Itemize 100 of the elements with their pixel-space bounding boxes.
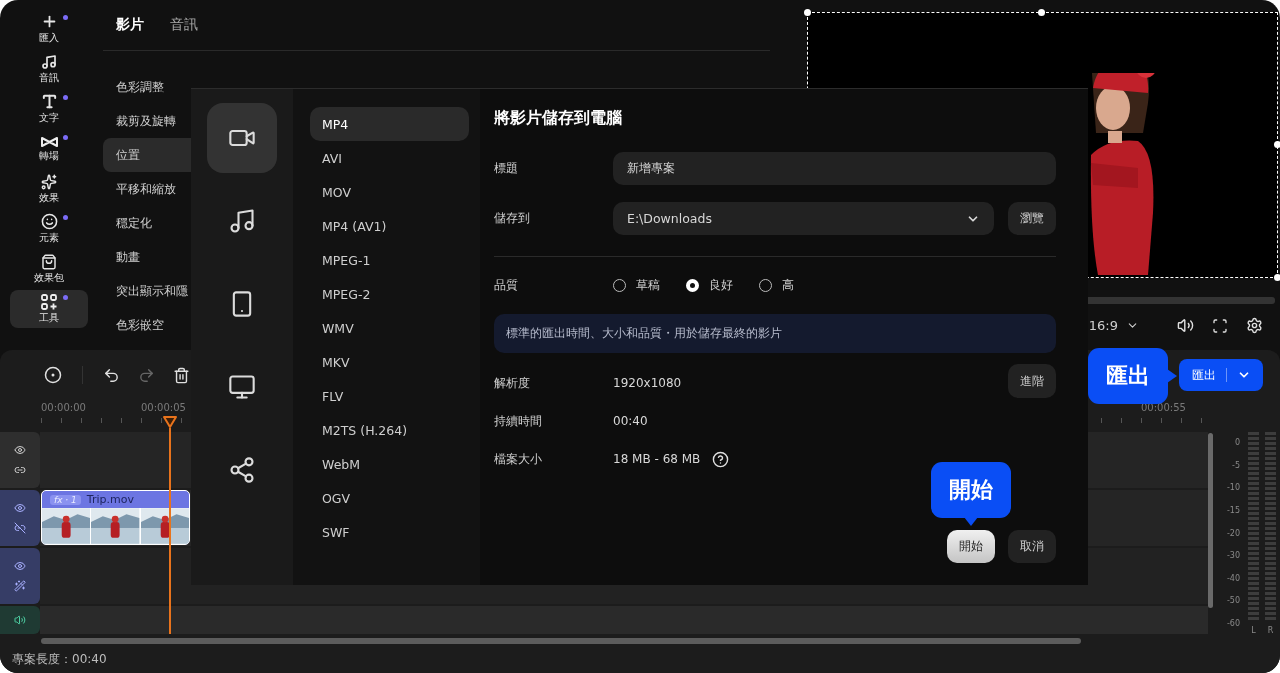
property-item[interactable]: 突出顯示和隱 <box>103 274 263 308</box>
sidebar-item[interactable]: 效果 <box>10 170 88 208</box>
info-value: 1920x1080 <box>613 376 682 390</box>
cancel-button[interactable]: 取消 <box>1008 530 1056 563</box>
sparkle-icon <box>41 173 57 190</box>
text-icon <box>40 93 58 110</box>
field-label: 標題 <box>494 160 519 177</box>
format-item[interactable]: WebM <box>310 447 469 481</box>
aspect-ratio-select[interactable]: 16:9 <box>1088 318 1139 333</box>
info-value: 18 MB - 68 MB <box>613 452 701 466</box>
callout: 匯出 <box>1088 348 1168 404</box>
fullscreen-icon[interactable] <box>1212 317 1228 334</box>
meter-scale-label: -30 <box>1226 551 1240 561</box>
field-label: 品質 <box>494 277 519 294</box>
info-value: 00:40 <box>613 414 648 428</box>
sidebar-item[interactable]: 元素 <box>10 210 88 248</box>
sidebar-item[interactable]: 文字 <box>10 90 88 128</box>
effect-icon[interactable] <box>14 580 26 592</box>
meter-scale-label: -60 <box>1226 619 1240 628</box>
property-item[interactable]: 色彩嵌空 <box>103 308 263 342</box>
format-item[interactable]: MP4 <box>310 107 469 141</box>
clip-name: Trip.mov <box>86 493 134 506</box>
format-item[interactable]: SWF <box>310 515 469 549</box>
info-label: 檔案大小 <box>494 450 543 468</box>
eye-icon[interactable] <box>14 502 26 514</box>
time-label: 00:00:55 <box>1141 402 1186 413</box>
property-item[interactable]: 穩定化 <box>103 206 263 240</box>
tab[interactable]: 音訊 <box>170 16 198 34</box>
record-icon[interactable] <box>44 366 62 384</box>
resize-handle[interactable] <box>1274 141 1280 148</box>
tab[interactable]: 影片 <box>116 16 144 34</box>
channel-label: R <box>1267 626 1274 635</box>
transition-icon <box>40 135 58 148</box>
link-icon[interactable] <box>14 464 26 476</box>
meter-scale-label: -10 <box>1226 483 1240 493</box>
eye-icon[interactable] <box>14 444 26 456</box>
format-item[interactable]: AVI <box>310 141 469 175</box>
browse-button[interactable]: 瀏覽 <box>1008 202 1056 235</box>
format-item[interactable]: OGV <box>310 481 469 515</box>
sidebar-item[interactable]: 轉場 <box>10 130 88 168</box>
effect-count: fx · 1 <box>50 494 81 505</box>
time-label: 00:00:05 <box>141 402 186 413</box>
property-item[interactable]: 裁剪及旋轉 <box>103 104 263 138</box>
share-icon <box>228 456 256 484</box>
meter-scale-label: -15 <box>1226 505 1240 515</box>
format-item[interactable]: MKV <box>310 345 469 379</box>
callout: 開始 <box>931 462 1011 518</box>
format-item[interactable]: M2TS (H.264) <box>310 413 469 447</box>
title-field[interactable]: 新增專案 <box>613 152 1056 185</box>
meter-scale-label: -40 <box>1226 573 1240 583</box>
resize-handle[interactable] <box>1038 9 1045 16</box>
start-button[interactable]: 開始 <box>947 530 995 563</box>
info-label: 解析度 <box>494 374 531 392</box>
trash-icon[interactable] <box>173 366 190 384</box>
format-item[interactable]: FLV <box>310 379 469 413</box>
meter-scale-label: -5 <box>1232 460 1240 470</box>
info-label: 持續時間 <box>494 412 543 430</box>
tools-icon <box>41 293 57 310</box>
time-label: 00:00:00 <box>41 402 86 413</box>
eye-icon[interactable] <box>14 560 26 572</box>
music-note-icon <box>228 207 256 235</box>
sidebar-item[interactable]: 匯入 <box>10 10 88 48</box>
music-note-icon <box>41 53 57 70</box>
quality-option[interactable]: 草稿 <box>613 277 660 294</box>
format-item[interactable]: MOV <box>310 175 469 209</box>
smiley-icon <box>40 213 58 230</box>
advanced-button[interactable]: 進階 <box>1008 364 1056 398</box>
format-item[interactable]: MPEG-1 <box>310 243 469 277</box>
meter-scale-label: -20 <box>1226 528 1240 538</box>
property-item[interactable]: 平移和縮放 <box>103 172 263 206</box>
playhead-handle[interactable] <box>163 416 177 428</box>
resize-handle[interactable] <box>804 9 811 16</box>
project-length: 專案長度：00:40 <box>12 651 107 668</box>
quality-option[interactable]: 良好 <box>686 277 733 294</box>
volume-icon[interactable] <box>1177 317 1194 334</box>
quality-option[interactable]: 高 <box>759 277 794 294</box>
sidebar-item[interactable]: 效果包 <box>10 250 88 288</box>
sidebar-item[interactable]: 音訊 <box>10 50 88 88</box>
format-item[interactable]: WMV <box>310 311 469 345</box>
undo-icon[interactable] <box>103 366 120 384</box>
unlink-icon[interactable] <box>14 522 26 534</box>
help-icon[interactable] <box>712 450 730 468</box>
settings-icon[interactable] <box>1246 317 1263 334</box>
category-button[interactable] <box>207 103 277 173</box>
format-item[interactable]: MPEG-2 <box>310 277 469 311</box>
sidebar-item[interactable]: 工具 <box>10 290 88 328</box>
speaker-icon[interactable] <box>14 614 26 626</box>
property-item[interactable]: 色彩調整 <box>103 70 263 104</box>
property-item[interactable]: 動畫 <box>103 240 263 274</box>
export-button[interactable]: 匯出 <box>1179 359 1263 391</box>
meter-scale-label: -50 <box>1226 596 1240 606</box>
quality-hint: 標準的匯出時間、大小和品質・用於儲存最終的影片 <box>494 314 1056 353</box>
folder-select[interactable]: E:\Downloads <box>613 202 994 235</box>
scrollbar[interactable] <box>41 638 1081 644</box>
scrollbar[interactable] <box>1208 433 1213 608</box>
redo-icon[interactable] <box>138 366 155 384</box>
channel-label: L <box>1251 626 1256 635</box>
format-item[interactable]: MP4 (AV1) <box>310 209 469 243</box>
video-clip[interactable]: fx · 1 Trip.mov <box>41 490 190 545</box>
resize-handle[interactable] <box>1274 274 1280 281</box>
